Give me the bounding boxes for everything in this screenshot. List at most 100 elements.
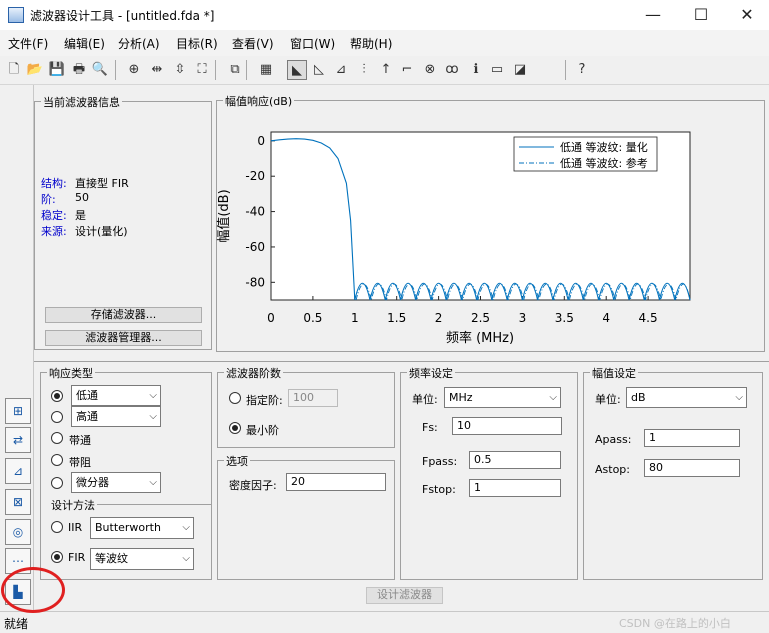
magnitude-spec-panel: 幅值设定 单位: dB ⌵ Apass: 1 Astop: 80: [583, 365, 763, 580]
freq-unit-label: 单位:: [412, 393, 438, 406]
info-icon[interactable]: ℹ: [466, 60, 486, 80]
filter-manager-button[interactable]: 滤波器管理器...: [45, 330, 202, 346]
menu-window[interactable]: 窗口(W): [290, 35, 335, 52]
menu-analysis[interactable]: 分析(A): [118, 35, 160, 52]
highpass-dropdown-value: 高通: [76, 410, 98, 423]
fpass-input[interactable]: 0.5: [469, 451, 561, 469]
differentiator-dropdown[interactable]: 微分器 ⌵: [71, 472, 161, 493]
astop-input[interactable]: 80: [644, 459, 740, 477]
radio-bandstop[interactable]: [51, 454, 63, 466]
x-tick-label: 4.5: [639, 311, 658, 325]
radio-differentiator[interactable]: [51, 477, 63, 489]
info-key-structure: 结构:: [41, 177, 67, 190]
apass-input[interactable]: 1: [644, 429, 740, 447]
fir-method-dropdown[interactable]: 等波纹 ⌵: [90, 548, 194, 570]
phase-response-icon[interactable]: ◺: [309, 60, 329, 80]
filter-order-panel: 滤波器阶数 指定阶: 100 最小阶: [217, 365, 395, 448]
iir-method-dropdown[interactable]: Butterworth ⌵: [90, 517, 194, 539]
radio-highpass[interactable]: [51, 411, 63, 423]
print-preview-icon[interactable]: 🔍: [90, 60, 110, 80]
info-key-order: 阶:: [41, 193, 56, 206]
legend-reference: 低通 等波纹: 参考: [560, 156, 648, 170]
mag-unit-label: 单位:: [595, 393, 621, 406]
apass-label: Apass:: [595, 433, 632, 446]
specify-order-input[interactable]: 100: [288, 389, 338, 407]
fs-input[interactable]: 10: [452, 417, 562, 435]
radio-bandpass[interactable]: [51, 432, 63, 444]
toolbar-separator: [565, 60, 566, 80]
info-value-structure: 直接型 FIR: [75, 177, 129, 190]
new-window-icon[interactable]: ⧉: [225, 60, 245, 80]
filter-spec-icon[interactable]: ▦: [256, 60, 276, 80]
menu-bar: 文件(F) 编辑(E) 分析(A) 目标(R) 查看(V) 窗口(W) 帮助(H…: [0, 30, 769, 56]
open-folder-icon[interactable]: 📂: [25, 60, 45, 80]
freq-unit-dropdown[interactable]: MHz ⌵: [444, 387, 561, 408]
bandstop-label: 带阻: [69, 456, 91, 469]
radio-iir[interactable]: [51, 521, 63, 533]
whats-this-icon[interactable]: ?: [572, 60, 592, 80]
radio-fir[interactable]: [51, 551, 63, 563]
maximize-button[interactable]: ☐: [678, 0, 724, 30]
transform-filter-icon[interactable]: ⇄: [5, 427, 31, 453]
menu-edit[interactable]: 编辑(E): [64, 35, 105, 52]
minimize-button[interactable]: —: [630, 0, 676, 30]
status-bar: 就绪 CSDN @在路上的小白: [0, 611, 769, 633]
x-tick-label: 0: [267, 311, 275, 325]
x-tick-label: 1.5: [387, 311, 406, 325]
menu-help[interactable]: 帮助(H): [350, 35, 392, 52]
cost-icon[interactable]: ▭: [487, 60, 507, 80]
options-panel: 选项 密度因子: 20: [217, 453, 395, 580]
zoom-x-icon[interactable]: ⇹: [147, 60, 167, 80]
impulse-response-icon[interactable]: ↑: [376, 60, 396, 80]
chevron-down-icon: ⌵: [149, 411, 157, 422]
design-filter-button[interactable]: 设计滤波器: [366, 587, 443, 604]
close-button[interactable]: ✕: [724, 0, 769, 30]
full-view-icon[interactable]: ⛶: [192, 60, 212, 80]
title-bar: 滤波器设计工具 - [untitled.fda *] — ☐ ✕: [0, 0, 769, 30]
bandpass-label: 带通: [69, 434, 91, 447]
differentiator-dropdown-value: 微分器: [76, 476, 109, 489]
zoom-in-icon[interactable]: ⊕: [124, 60, 144, 80]
filter-order-title: 滤波器阶数: [224, 365, 283, 381]
fstop-input[interactable]: 1: [469, 479, 561, 497]
pole-zero-editor-icon[interactable]: ◎: [5, 519, 31, 545]
lowpass-dropdown[interactable]: 低通 ⌵: [71, 385, 161, 406]
menu-file[interactable]: 文件(F): [8, 35, 48, 52]
magnitude-response-icon[interactable]: ◣: [287, 60, 307, 80]
design-filter-icon[interactable]: ⊿: [5, 458, 31, 484]
x-tick-label: 3: [519, 311, 527, 325]
chevron-down-icon: ⌵: [549, 392, 557, 403]
highpass-dropdown[interactable]: 高通 ⌵: [71, 406, 161, 427]
zoom-y-icon[interactable]: ⇳: [170, 60, 190, 80]
y-tick-label: -80: [245, 275, 265, 289]
toolbar-separator: [115, 60, 116, 80]
minimum-order-label: 最小阶: [246, 424, 279, 437]
radio-minimum-order[interactable]: [229, 422, 241, 434]
x-tick-label: 3.5: [555, 311, 574, 325]
info-value-stable: 是: [75, 209, 86, 222]
menu-targets[interactable]: 目标(R): [176, 35, 218, 52]
realize-model-icon[interactable]: ⊞: [5, 398, 31, 424]
print-icon[interactable]: 🖶: [69, 60, 89, 80]
store-filter-button[interactable]: 存储滤波器...: [45, 307, 202, 323]
y-tick-label: -40: [245, 205, 265, 219]
coefficients-icon[interactable]: ꝏ: [442, 60, 462, 80]
mag-unit-dropdown[interactable]: dB ⌵: [626, 387, 747, 408]
radio-specify-order[interactable]: [229, 392, 241, 404]
fir-label: FIR: [68, 551, 86, 564]
group-delay-icon[interactable]: ⫶: [354, 60, 374, 80]
chevron-down-icon: ⌵: [735, 392, 743, 403]
radio-lowpass[interactable]: [51, 390, 63, 402]
pole-zero-icon[interactable]: ⊗: [420, 60, 440, 80]
mag-phase-icon[interactable]: ⊿: [331, 60, 351, 80]
import-filter-icon[interactable]: ⊠: [5, 489, 31, 515]
save-icon[interactable]: 💾: [47, 60, 67, 80]
new-file-icon[interactable]: 🗋: [4, 60, 24, 80]
fir-method-value: 等波纹: [95, 552, 128, 565]
step-response-icon[interactable]: ⌐: [397, 60, 417, 80]
density-factor-input[interactable]: 20: [286, 473, 386, 491]
noise-icon[interactable]: ◪: [510, 60, 530, 80]
x-tick-label: 4: [602, 311, 610, 325]
response-type-title: 响应类型: [47, 365, 95, 381]
menu-view[interactable]: 查看(V): [232, 35, 274, 52]
